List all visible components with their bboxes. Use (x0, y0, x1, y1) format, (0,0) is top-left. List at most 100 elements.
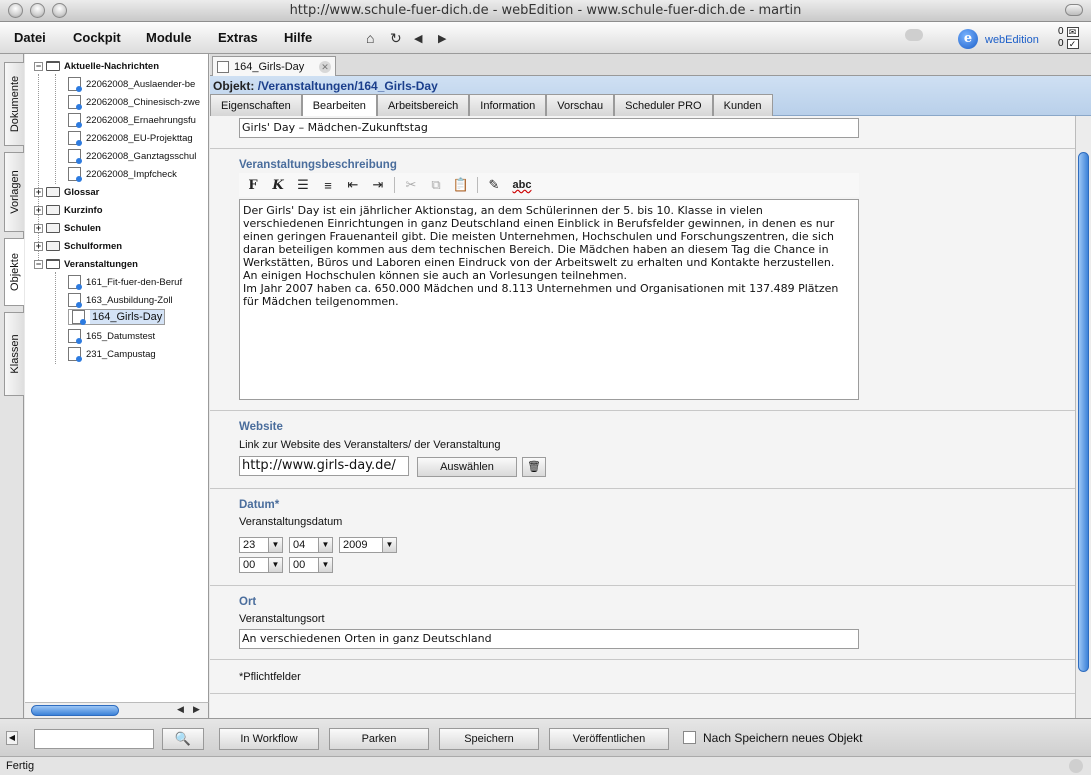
collapse-icon[interactable]: − (34, 61, 43, 71)
new-object-after-save-checkbox[interactable] (683, 731, 696, 744)
edit-pencil-icon[interactable]: ✎ (485, 177, 503, 193)
ort-input[interactable]: An verschiedenen Orten in ganz Deutschla… (239, 629, 859, 649)
menu-hilfe[interactable]: Hilfe (284, 30, 312, 45)
scroll-right-icon[interactable]: ▶ (193, 704, 200, 715)
bullet-list-icon[interactable]: ☰ (294, 177, 312, 193)
month-select[interactable]: 04 ▼ (289, 537, 333, 553)
document-tab[interactable]: 164_Girls-Day ✕ (212, 56, 336, 76)
home-icon[interactable]: ⌂ (366, 30, 374, 46)
tree-item[interactable]: 161_Fit-fuer-den-Beruf (68, 273, 182, 291)
content-vertical-scrollbar[interactable] (1075, 116, 1091, 718)
tree-search-input[interactable] (34, 729, 154, 749)
tab-scheduler-pro[interactable]: Scheduler PRO (614, 94, 713, 116)
section-datum: Datum* Veranstaltungsdatum 23 ▼ 04 ▼ 2009 ▼… (210, 489, 1075, 586)
parken-button[interactable]: Parken (329, 728, 429, 750)
tree-item[interactable]: 22062008_Chinesisch-zwe (68, 93, 200, 111)
checkbox-task-icon[interactable]: ✓ (1066, 39, 1079, 49)
tree-label: Schulformen (64, 240, 123, 252)
messages-icon[interactable] (905, 29, 923, 41)
tree-item[interactable]: 163_Ausbildung-Zoll (68, 291, 173, 309)
search-icon[interactable]: 🔍 (162, 728, 204, 750)
folder-icon (46, 241, 60, 251)
year-select[interactable]: 2009 ▼ (339, 537, 397, 553)
todo-count: 0 (1058, 38, 1064, 49)
hour-select[interactable]: 00 ▼ (239, 557, 283, 573)
tree-item[interactable]: 22062008_Auslaender-be (68, 75, 195, 93)
menu-extras[interactable]: Extras (218, 30, 258, 45)
tree-item-selected[interactable]: 164_Girls-Day (68, 309, 166, 325)
close-tab-icon[interactable]: ✕ (319, 60, 331, 73)
tree-horizontal-scrollbar[interactable]: ◀ ▶ (25, 702, 209, 718)
speichern-button[interactable]: Speichern (439, 728, 539, 750)
indent-icon[interactable]: ⇥ (369, 177, 387, 193)
document-tabs: 164_Girls-Day ✕ (210, 54, 1091, 76)
tree-item[interactable]: 22062008_EU-Projekttag (68, 129, 193, 147)
menu-datei[interactable]: Datei (14, 30, 46, 45)
outdent-icon[interactable]: ⇤ (344, 177, 362, 193)
window-title: http://www.schule-fuer-dich.de - webEdit… (289, 3, 802, 18)
collapse-icon[interactable]: − (34, 259, 43, 269)
tab-dokumente[interactable]: Dokumente (4, 62, 24, 146)
task-counters: 0 ✉ 0 ✓ (1058, 26, 1088, 50)
tree-item[interactable]: 165_Datumstest (68, 327, 155, 345)
website-input[interactable]: http://www.girls-day.de/ (239, 456, 409, 476)
italic-button[interactable]: K (269, 178, 287, 193)
menu-cockpit[interactable]: Cockpit (73, 30, 121, 45)
tab-vorlagen[interactable]: Vorlagen (4, 152, 24, 232)
scroll-thumb[interactable] (31, 705, 119, 716)
forward-icon[interactable]: ▶ (438, 32, 446, 45)
back-icon[interactable]: ◀ (414, 32, 422, 45)
tab-information[interactable]: Information (469, 94, 547, 116)
scroll-thumb[interactable] (1078, 152, 1089, 672)
numbered-list-icon[interactable]: ≡ (319, 178, 337, 193)
tree-item[interactable]: 22062008_Ganztagsschul (68, 147, 196, 165)
expand-icon[interactable]: + (34, 241, 43, 251)
veroeffentlichen-button[interactable]: Veröffentlichen (549, 728, 669, 750)
tree-folder-schulformen[interactable]: + Schulformen (34, 237, 122, 255)
envelope-icon[interactable]: ✉ (1066, 27, 1079, 37)
trash-icon[interactable]: 🗑 (522, 457, 546, 477)
tree-label: 165_Datumstest (86, 330, 156, 342)
tab-kunden[interactable]: Kunden (712, 94, 773, 116)
copy-icon[interactable]: ⧉ (427, 177, 445, 193)
tree-label: 231_Campustag (86, 348, 156, 360)
spellcheck-button[interactable]: abc (510, 179, 534, 191)
in-workflow-button[interactable]: In Workflow (219, 728, 319, 750)
bold-button[interactable]: F (244, 178, 262, 193)
tree-folder-veranstaltungen[interactable]: − Veranstaltungen (34, 255, 138, 273)
tree-item[interactable]: 22062008_Ernaehrungsfu (68, 111, 196, 129)
minute-select[interactable]: 00 ▼ (289, 557, 333, 573)
cut-icon[interactable]: ✂ (402, 177, 420, 193)
tree-folder-kurzinfo[interactable]: + Kurzinfo (34, 201, 103, 219)
expand-icon[interactable]: + (34, 205, 43, 215)
webedition-logo-icon: e (958, 29, 978, 49)
section-name: Girls' Day – Mädchen-Zukunftstag (210, 116, 1075, 149)
tab-klassen[interactable]: Klassen (4, 312, 24, 396)
tree-item[interactable]: 231_Campustag (68, 345, 156, 363)
menu-module[interactable]: Module (146, 30, 192, 45)
tab-arbeitsbereich[interactable]: Arbeitsbereich (376, 94, 470, 116)
chevron-down-icon: ▼ (318, 538, 332, 552)
tree-folder-aktuelle-nachrichten[interactable]: − Aktuelle-Nachrichten (34, 57, 159, 75)
beschreibung-editor[interactable]: Der Girls' Day ist ein jährlicher Aktion… (239, 199, 859, 400)
reload-icon[interactable]: ↻ (390, 30, 402, 47)
tab-objekte[interactable]: Objekte (4, 238, 24, 306)
tree-label: 22062008_Ernaehrungsfu (86, 114, 196, 126)
day-select[interactable]: 23 ▼ (239, 537, 283, 553)
auswaehlen-button[interactable]: Auswählen (417, 457, 517, 477)
scroll-left-icon[interactable]: ◀ (177, 704, 184, 715)
toolbar-toggle-button[interactable] (1065, 4, 1083, 16)
tab-vorschau[interactable]: Vorschau (546, 94, 615, 116)
tree-folder-glossar[interactable]: + Glossar (34, 183, 99, 201)
tree-item[interactable]: 22062008_Impfcheck (68, 165, 177, 183)
tree-folder-schulen[interactable]: + Schulen (34, 219, 101, 237)
tab-eigenschaften[interactable]: Eigenschaften (210, 94, 302, 116)
name-input[interactable]: Girls' Day – Mädchen-Zukunftstag (239, 118, 859, 138)
side-tabs: Dokumente Vorlagen Objekte Klassen (0, 54, 24, 728)
expand-icon[interactable]: + (34, 187, 43, 197)
collapse-tree-icon[interactable]: ◀ (6, 731, 18, 745)
tab-bearbeiten[interactable]: Bearbeiten (301, 94, 377, 116)
expand-icon[interactable]: + (34, 223, 43, 233)
tree-label: 164_Girls-Day (90, 310, 165, 324)
paste-icon[interactable]: 📋 (452, 177, 470, 193)
